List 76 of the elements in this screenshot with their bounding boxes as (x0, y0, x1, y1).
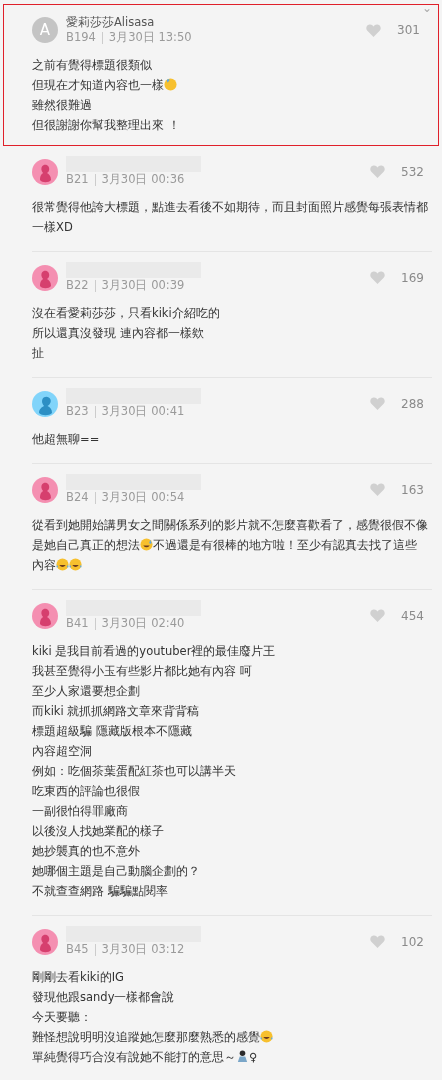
comment-text: 但很謝謝你幫我整理出來 ！ (32, 117, 181, 134)
floor-number: B24 (66, 490, 89, 505)
comment-text: 例如：吃個茶葉蛋配紅茶也可以講半天 (32, 763, 237, 780)
comment-text: 一樣XD (32, 219, 74, 236)
avatar-icon (32, 390, 58, 417)
comment-text: 很常覺得他誇大標題，點進去看後不如期待，而且封面照片感覺每張表情都 (32, 199, 429, 216)
like-count: 288 (401, 395, 424, 413)
comment-text: 她抄襲真的也不意外 (32, 843, 141, 860)
floor-number: B22 (66, 278, 89, 293)
comment-text: 扯 (32, 345, 45, 362)
comment-text: 沒在看愛莉莎莎，只看kiki介紹吃的 (32, 305, 221, 322)
like-count: 301 (397, 22, 420, 39)
comment-text: 她哪個主題是自己動腦企劃的？ (32, 863, 201, 880)
comment-text: 吃東西的評論也很假 (32, 783, 141, 800)
comment-text: 內容 (32, 558, 56, 572)
comment-time: 3月30日 13:50 (108, 30, 192, 45)
emoji-icon (69, 558, 82, 571)
avatar-icon (32, 602, 58, 629)
comment-text: 至少人家還要想企劃 (32, 683, 141, 700)
author-name: 愛莉莎莎Alisasa (66, 15, 156, 30)
comment-text: 是她自己真正的想法 (32, 538, 140, 552)
floor-number: B21 (66, 172, 89, 187)
comment-text: 而kiki 就抓抓網路文章來背背稿 (32, 703, 201, 720)
avatar-icon (32, 476, 58, 503)
comment-time: 3月30日 00:36 (101, 172, 185, 187)
comment-time: 3月30日 02:40 (101, 616, 185, 631)
floor-number: B41 (66, 616, 89, 631)
like-count: 163 (401, 481, 424, 499)
comment-text: 之前有覺得標題很類似 (32, 57, 153, 74)
emoji-icon (164, 78, 177, 91)
comment-text: 從看到她開始講男女之間關係系列的影片就不怎麼喜歡看了，感覺很假不像 (32, 517, 429, 534)
comment-text: 一副很怕得罪廠商 (32, 803, 129, 820)
floor-number: B194 (66, 30, 96, 45)
emoji-icon (140, 538, 153, 551)
comment-text: ♀ (249, 1050, 258, 1064)
comment-time: 3月30日 03:12 (101, 942, 185, 957)
comment-text: 今天要聽： (32, 1009, 93, 1026)
comment-text: 不就查查網路 騙騙點閱率 (32, 883, 169, 900)
heart-icon[interactable] (370, 271, 386, 284)
avatar-icon (32, 264, 58, 291)
avatar-icon (32, 928, 58, 955)
comment-text: 所以還真沒發現 連內容都一樣欸 (32, 325, 205, 342)
floor-number: B23 (66, 404, 89, 419)
comment-text: 發現他跟sandy一樣都會說 (32, 989, 176, 1006)
comment-text: 難怪想說明明沒追蹤她怎麼那麼熟悉的感覺 (32, 1030, 260, 1044)
comment-text: 不過還是有很棒的地方啦！至少有認真去找了這些 (153, 538, 417, 552)
comment-text: 雖然很難過 (32, 97, 93, 114)
comment-text: kiki 是我目前看過的youtuber裡的最佳廢片王 (32, 643, 277, 660)
comment-time: 3月30日 00:41 (101, 404, 185, 419)
avatar-icon (32, 158, 58, 185)
comment-text: 以後沒人找她業配的樣子 (32, 823, 165, 840)
comment-text: 標題超級騙 隱藏版根本不隱藏 (32, 723, 193, 740)
comment-text: 剛剛去看kiki的IG (32, 969, 125, 986)
comment-time: 3月30日 00:54 (101, 490, 185, 505)
heart-icon[interactable] (366, 23, 382, 37)
heart-icon[interactable] (370, 483, 386, 496)
comment-text: 但現在才知道內容也一樣 (32, 78, 164, 92)
comment-text: 他超無聊== (32, 431, 101, 448)
comment-text: 單純覺得巧合沒有說她不能打的意思～ (32, 1050, 236, 1064)
comment-text: 內容超空洞 (32, 743, 93, 760)
heart-icon[interactable] (370, 609, 386, 622)
like-count: 532 (401, 163, 424, 181)
like-count: 454 (401, 607, 424, 625)
comment-time: 3月30日 00:39 (101, 278, 185, 293)
comment-text: 我甚至覺得小玉有些影片都比她有內容 呵 (32, 663, 253, 680)
user-avatar: A (32, 17, 58, 43)
like-count: 102 (401, 933, 424, 951)
emoji-icon (56, 558, 69, 571)
heart-icon[interactable] (370, 935, 386, 948)
like-count: 169 (401, 269, 424, 287)
person-icon (236, 1050, 249, 1063)
heart-icon[interactable] (370, 397, 386, 410)
dropdown-caret[interactable]: ⌄ (421, 0, 432, 17)
heart-icon[interactable] (370, 165, 386, 178)
emoji-icon (260, 1030, 273, 1043)
floor-number: B45 (66, 942, 89, 957)
